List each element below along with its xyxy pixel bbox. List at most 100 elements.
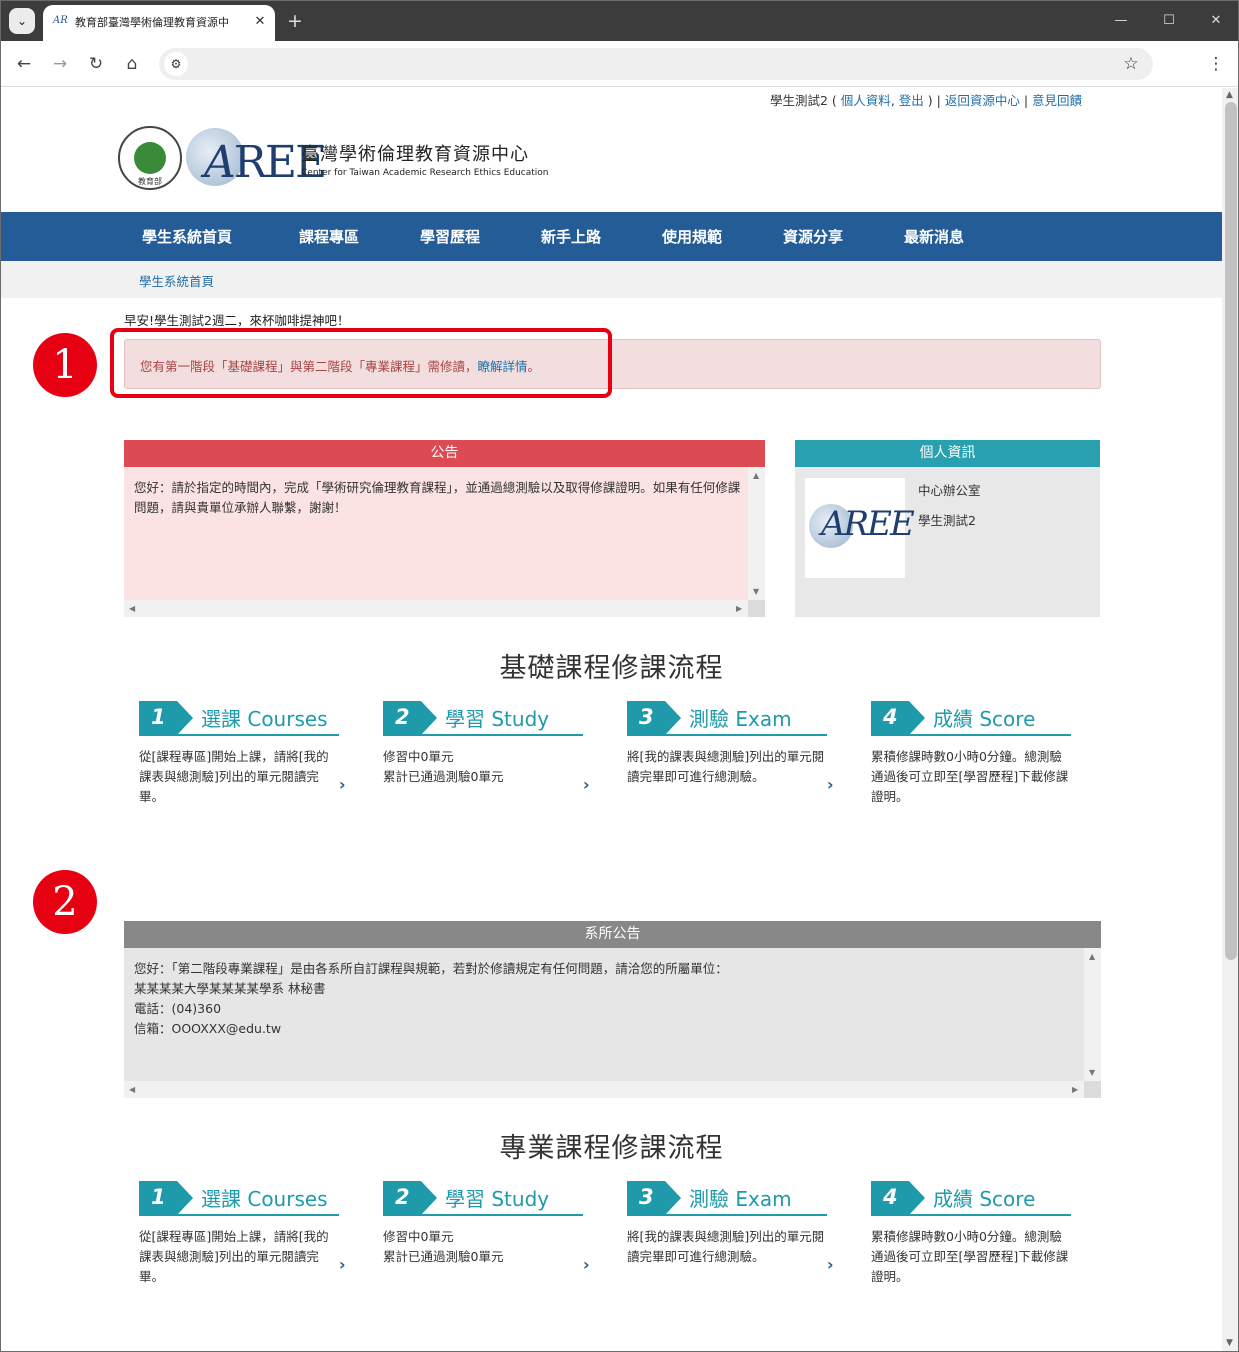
step-desc: 將[我的課表與總測驗]列出的單元閱讀完畢即可進行總測驗。 bbox=[627, 1229, 825, 1264]
scroll-right-icon[interactable]: ▶ bbox=[736, 604, 742, 613]
browser-window: ⌄ AR 教育部臺灣學術倫理教育資源中 ✕ + — ☐ ✕ ← → ↻ ⌂ ⚙ … bbox=[0, 0, 1239, 1352]
scroll-left-icon[interactable]: ◀ bbox=[129, 604, 135, 613]
step-desc: 修習中0單元 累計已通過測驗0單元 bbox=[383, 749, 504, 784]
tab-close-icon[interactable]: ✕ bbox=[251, 13, 269, 31]
site-info-icon[interactable]: ⚙ bbox=[164, 52, 188, 76]
step-title: 選課 Courses bbox=[201, 707, 328, 731]
home-icon[interactable]: ⌂ bbox=[121, 53, 143, 75]
step-number-badge bbox=[383, 701, 437, 735]
scroll-corner bbox=[748, 600, 765, 617]
chevron-right-icon[interactable]: › bbox=[583, 1255, 590, 1274]
main-nav: 學生系統首頁 課程專區 學習歷程 新手上路 使用規範 資源分享 最新消息 bbox=[1, 212, 1222, 261]
site-logo[interactable]: 教育部 AREE 臺灣學術倫理教育資源中心 Center for Taiwan … bbox=[118, 126, 549, 194]
step-number-badge bbox=[139, 701, 193, 735]
chevron-right-icon[interactable]: › bbox=[827, 775, 834, 794]
dept-announcement-title: 系所公告 bbox=[124, 921, 1101, 948]
nav-news[interactable]: 最新消息 bbox=[904, 226, 964, 248]
browser-toolbar: ← → ↻ ⌂ ⚙ ☆ ⋮ bbox=[1, 41, 1238, 87]
center-name-en: Center for Taiwan Academic Research Ethi… bbox=[301, 168, 549, 178]
scroll-up-icon[interactable]: ▲ bbox=[1226, 90, 1233, 100]
return-resource-center-link[interactable]: 返回資源中心 bbox=[945, 93, 1020, 108]
avatar: AREE bbox=[805, 478, 915, 578]
nav-getting-started[interactable]: 新手上路 bbox=[541, 226, 601, 248]
scroll-left-icon[interactable]: ◀ bbox=[129, 1085, 135, 1094]
dept-line-contact: 某某某某大學某某某某學系 林秘書 bbox=[134, 981, 326, 996]
link-separator-2: | bbox=[1023, 93, 1029, 108]
scroll-up-icon[interactable]: ▲ bbox=[1089, 952, 1095, 961]
scroll-down-icon[interactable]: ▼ bbox=[753, 587, 759, 596]
browser-menu-icon[interactable]: ⋮ bbox=[1205, 53, 1227, 75]
nav-courses[interactable]: 課程專區 bbox=[299, 226, 359, 248]
step-underline bbox=[871, 734, 1071, 736]
back-icon[interactable]: ← bbox=[13, 53, 35, 75]
maximize-icon[interactable]: ☐ bbox=[1157, 11, 1181, 31]
tab-title: 教育部臺灣學術倫理教育資源中 bbox=[75, 16, 229, 29]
scrollbar-thumb[interactable] bbox=[1225, 102, 1237, 960]
announcement-hscroll[interactable]: ◀ ▶ bbox=[124, 600, 748, 617]
step-number: 3 bbox=[639, 1185, 654, 1209]
profile-name: 學生測試2 bbox=[918, 513, 976, 528]
step-underline bbox=[383, 734, 583, 736]
minimize-icon[interactable]: — bbox=[1109, 11, 1133, 31]
profile-link[interactable]: 個人資料 bbox=[841, 93, 891, 108]
greeting-text: 早安!學生測試2週二，來杯咖啡提神吧！ bbox=[124, 313, 350, 328]
dept-hscroll[interactable]: ◀ ▶ bbox=[124, 1081, 1084, 1098]
nav-student-home[interactable]: 學生系統首頁 bbox=[142, 226, 232, 248]
center-name-zh: 臺灣學術倫理教育資源中心 bbox=[301, 144, 529, 165]
step-desc: 從[課程專區]開始上課，請將[我的課表與總測驗]列出的單元閱讀完畢。 bbox=[139, 1229, 329, 1284]
step-number: 3 bbox=[639, 705, 654, 729]
chevron-right-icon[interactable]: › bbox=[339, 775, 346, 794]
active-tab[interactable]: AR 教育部臺灣學術倫理教育資源中 ✕ bbox=[43, 5, 275, 41]
announcement-vscroll[interactable]: ▲ ▼ bbox=[748, 467, 765, 600]
scroll-down-icon[interactable]: ▼ bbox=[1226, 1338, 1233, 1348]
highlight-box-1 bbox=[110, 328, 612, 398]
reload-icon[interactable]: ↻ bbox=[85, 53, 107, 75]
step-desc: 累積修課時數0小時0分鐘。總測驗通過後可立即至[學習歷程]下載修課證明。 bbox=[871, 1229, 1069, 1284]
new-tab-icon[interactable]: + bbox=[283, 9, 307, 33]
step-underline bbox=[627, 1214, 827, 1216]
chevron-right-icon[interactable]: › bbox=[827, 1255, 834, 1274]
announcement-title: 公告 bbox=[124, 440, 765, 467]
pro-step-courses: 1 選課 Courses 從[課程專區]開始上課，請將[我的課表與總測驗]列出的… bbox=[139, 1181, 359, 1291]
step-title: 測驗 Exam bbox=[689, 1187, 792, 1211]
profile-org: 中心辦公室 bbox=[918, 483, 981, 498]
tab-search-icon[interactable]: ⌄ bbox=[9, 8, 35, 34]
link-separator: ) | bbox=[927, 93, 941, 108]
page-scrollbar[interactable]: ▲ ▼ bbox=[1222, 88, 1238, 1351]
forward-icon[interactable]: → bbox=[49, 53, 71, 75]
profile-panel: 個人資訊 AREE 中心辦公室 學生測試2 bbox=[795, 440, 1100, 617]
nav-rules[interactable]: 使用規範 bbox=[662, 226, 722, 248]
pro-flow-title: 專業課程修課流程 bbox=[499, 1133, 724, 1164]
nav-resource-sharing[interactable]: 資源分享 bbox=[783, 226, 843, 248]
step-number: 2 bbox=[395, 1185, 410, 1209]
step-underline bbox=[139, 1214, 339, 1216]
step-number-badge bbox=[383, 1181, 437, 1215]
chevron-right-icon[interactable]: › bbox=[583, 775, 590, 794]
close-window-icon[interactable]: ✕ bbox=[1204, 11, 1228, 31]
nav-learning-history[interactable]: 學習歷程 bbox=[420, 226, 480, 248]
seal-emblem bbox=[134, 142, 166, 174]
step-desc: 從[課程專區]開始上課，請將[我的課表與總測驗]列出的單元閱讀完畢。 bbox=[139, 749, 329, 804]
scroll-right-icon[interactable]: ▶ bbox=[1072, 1085, 1078, 1094]
logout-link[interactable]: 登出 bbox=[899, 93, 924, 108]
scroll-down-icon[interactable]: ▼ bbox=[1089, 1068, 1095, 1077]
step-underline bbox=[871, 1214, 1071, 1216]
step-desc: 修習中0單元 累計已通過測驗0單元 bbox=[383, 1229, 504, 1264]
dept-vscroll[interactable]: ▲ ▼ bbox=[1084, 948, 1101, 1081]
breadcrumb-home[interactable]: 學生系統首頁 bbox=[139, 271, 214, 290]
basic-step-score: 4 成績 Score 累積修課時數0小時0分鐘。總測驗通過後可立即至[學習歷程]… bbox=[871, 701, 1091, 811]
link-comma: , bbox=[890, 93, 895, 108]
ministry-seal-icon: 教育部 bbox=[118, 126, 182, 190]
scroll-up-icon[interactable]: ▲ bbox=[753, 471, 759, 480]
bookmark-star-icon[interactable]: ☆ bbox=[1119, 52, 1143, 76]
step-number: 4 bbox=[883, 705, 898, 729]
chevron-right-icon[interactable]: › bbox=[339, 1255, 346, 1274]
address-bar[interactable]: ⚙ ☆ bbox=[159, 48, 1153, 80]
web-page: 學生測試2 ( 個人資料, 登出 ) | 返回資源中心 | 意見回饋 教育部 A… bbox=[1, 88, 1222, 1351]
step-title: 測驗 Exam bbox=[689, 707, 792, 731]
step-title: 學習 Study bbox=[445, 1187, 550, 1211]
step-number: 2 bbox=[395, 705, 410, 729]
step-number-badge bbox=[871, 701, 925, 735]
feedback-link[interactable]: 意見回饋 bbox=[1032, 93, 1082, 108]
step-desc: 將[我的課表與總測驗]列出的單元閱讀完畢即可進行總測驗。 bbox=[627, 749, 825, 784]
